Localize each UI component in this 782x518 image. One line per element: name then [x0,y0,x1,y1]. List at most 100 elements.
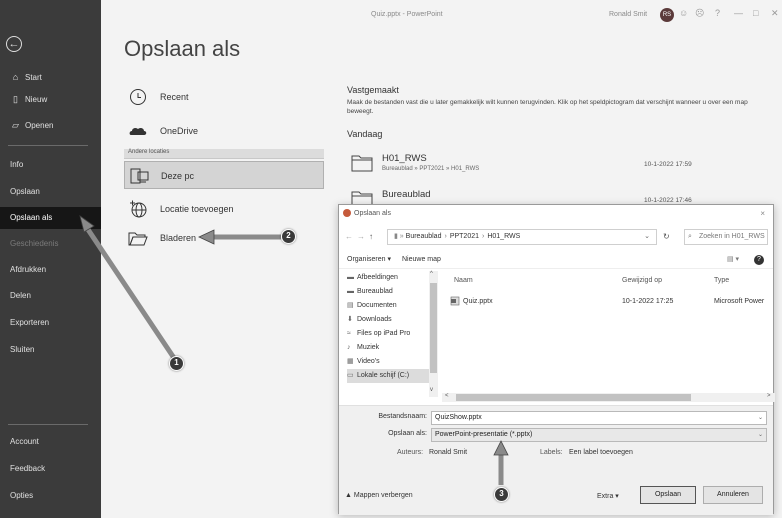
hide-folders-button[interactable]: ▲ Mappen verbergen [345,492,413,499]
folder-small-icon: ▮ » [394,233,404,240]
nav-options[interactable]: Opties [0,485,101,507]
filename-field[interactable]: QuizShow.pptx ⌄ [431,411,767,425]
tools-dropdown[interactable]: Extra ▾ [597,492,619,500]
tree-item[interactable]: ▭ Lokale schijf (C:) [347,369,437,383]
tree-item[interactable]: ▬ Afbeeldingen [347,271,437,285]
nav-open-label: Openen [25,121,54,130]
column-header-type[interactable]: Type [714,277,729,284]
cancel-button[interactable]: Annuleren [703,486,763,504]
user-name[interactable]: Ronald Smit [609,11,647,18]
breadcrumb-item[interactable]: PPT2021 [450,233,479,240]
savetype-select[interactable]: PowerPoint-presentatie (*.pptx) ⌄ [431,428,767,442]
save-button[interactable]: Opslaan [640,486,696,504]
network-icon: ≈ [347,330,351,337]
location-add[interactable]: Locatie toevoegen [124,195,324,223]
tree-item[interactable]: ≈ Files op iPad Pro [347,327,437,341]
nav-start[interactable]: ⌂ Start [0,66,101,88]
file-row[interactable]: Quiz.pptx 10-1-2022 17:25 Microsoft Powe… [450,295,775,309]
downloads-icon: ⬇ [347,316,353,323]
avatar[interactable]: RS [660,8,674,22]
scroll-down-icon[interactable]: v [430,387,433,393]
frown-icon[interactable]: ☹ [695,8,704,19]
close-icon[interactable]: ✕ [771,8,779,19]
nav-account[interactable]: Account [0,431,101,453]
cloud-icon [129,127,147,135]
recent-folder-item[interactable]: H01_RWS Bureaublad » PPT2021 » H01_RWS 1… [351,150,771,180]
nav-share[interactable]: Delen [0,285,101,307]
nav-start-label: Start [25,73,42,82]
back-arrow-icon[interactable]: ← [6,36,22,52]
up-arrow-icon[interactable]: ↑ [369,232,373,241]
tree-item[interactable]: ⬇ Downloads [347,313,437,327]
nav-save-as[interactable]: Opslaan als [0,207,101,229]
column-header-modified[interactable]: Gewijzigd op [622,277,662,284]
labels-value[interactable]: Een label toevoegen [569,449,633,456]
nav-info[interactable]: Info [0,154,101,176]
scroll-thumb[interactable] [456,394,691,401]
scroll-thumb[interactable] [430,283,437,373]
tree-item[interactable]: ▤ Documenten [347,299,437,313]
nav-close[interactable]: Sluiten [0,339,101,361]
home-icon: ⌂ [12,72,19,82]
new-folder-button[interactable]: Nieuwe map [402,251,441,269]
breadcrumb-item[interactable]: Bureaublad [406,233,442,240]
help-icon[interactable]: ? [715,8,720,18]
breadcrumb-item[interactable]: H01_RWS [487,233,520,240]
filename-value: QuizShow.pptx [435,414,482,421]
help-icon[interactable]: ? [754,255,764,265]
location-this-pc[interactable]: Deze pc [124,161,324,189]
nav-feedback[interactable]: Feedback [0,458,101,480]
authors-label: Auteurs: [397,449,424,456]
organize-button[interactable]: Organiseren ▾ [347,251,391,269]
chevron-down-icon[interactable]: ⌄ [644,230,650,244]
location-onedrive[interactable]: OneDrive [124,117,324,145]
pptx-file-icon [450,296,460,306]
tree-item[interactable]: ▬ Bureaublad [347,285,437,299]
search-input[interactable]: ⌕ Zoeken in H01_RWS [684,229,768,245]
desktop-icon: ▬ [347,288,354,295]
globe-plus-icon [130,200,147,218]
tree-scrollbar[interactable]: ^ v [429,271,438,397]
back-arrow-icon[interactable]: ← [345,232,353,241]
today-title: Vandaag [347,129,383,139]
documents-icon: ▤ [347,302,354,309]
dialog-close-icon[interactable]: × [760,209,765,218]
chevron-down-icon[interactable]: ⌄ [758,412,763,424]
powerpoint-icon [343,209,351,217]
pictures-icon: ▬ [347,274,354,281]
document-title: Quiz.pptx - PowerPoint [371,11,443,18]
chevron-down-icon[interactable]: ⌄ [758,429,763,441]
smile-icon[interactable]: ☺ [679,8,688,18]
nav-open[interactable]: ▱ Openen [0,114,101,136]
location-recent[interactable]: Recent [124,83,324,111]
backstage-sidebar: ← ⌂ Start ▯ Nieuw ▱ Openen Info Opslaan Ops… [0,0,101,518]
scroll-left-icon[interactable]: < [445,393,449,399]
scroll-right-icon[interactable]: > [767,393,771,399]
view-options-icon[interactable]: ▤ ▾ [727,251,739,269]
tree-item[interactable]: ▦ Video's [347,355,437,369]
tree-item[interactable]: ♪ Muziek [347,341,437,355]
open-folder-icon: ▱ [12,120,19,130]
address-bar[interactable]: ▮ » Bureaublad › PPT2021 › H01_RWS ⌄ [387,229,657,245]
file-name: Quiz.pptx [463,298,493,305]
other-locations-header: Andere locaties [124,149,324,159]
scroll-up-icon[interactable]: ^ [430,271,433,277]
folder-icon [351,155,373,172]
nav-export[interactable]: Exporteren [0,312,101,334]
location-recent-label: Recent [160,92,189,102]
nav-divider [8,145,88,146]
folder-date: 10-1-2022 17:59 [644,161,692,168]
file-list-scrollbar[interactable]: < > [442,393,775,402]
dialog-title-bar: Opslaan als × [339,205,773,223]
refresh-icon[interactable]: ↻ [663,232,670,241]
column-header-name[interactable]: Naam [454,277,473,284]
nav-new[interactable]: ▯ Nieuw [0,88,101,110]
savetype-label: Opslaan als: [388,430,427,437]
authors-value[interactable]: Ronald Smit [429,449,467,456]
nav-print[interactable]: Afdrukken [0,259,101,281]
forward-arrow-icon[interactable]: → [357,232,365,241]
folder-open-icon [128,232,148,246]
nav-save[interactable]: Opslaan [0,181,101,203]
minimize-icon[interactable]: — [734,8,743,18]
restore-icon[interactable]: □ [753,8,758,18]
